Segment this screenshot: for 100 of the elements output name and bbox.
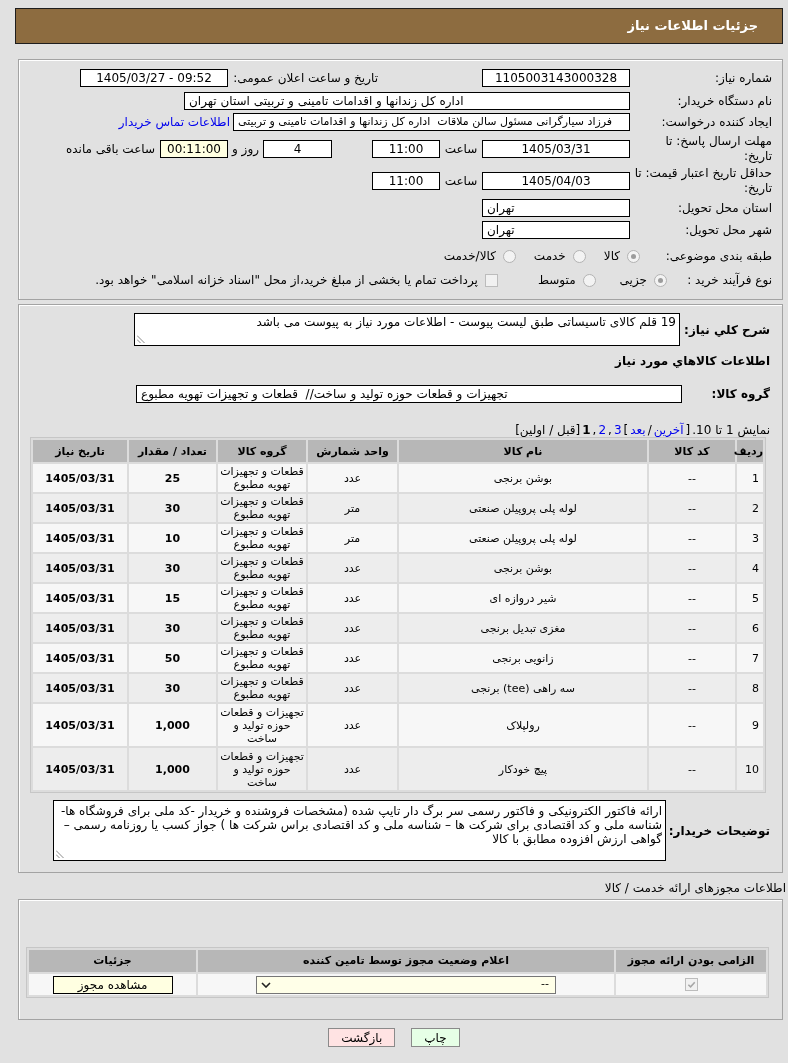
field-label: ایجاد کننده درخواست: xyxy=(661,115,772,129)
days-label: روز و xyxy=(232,141,259,158)
pagination-text: , xyxy=(592,422,597,439)
section-heading: اطلاعات مجوزهای ارائه خدمت / کالا xyxy=(604,880,786,897)
quantity-cell: 30 xyxy=(129,614,216,642)
row-number-cell: 4 xyxy=(737,554,763,582)
radio-label: کالا/خدمت xyxy=(443,248,496,265)
contact-link[interactable]: اطلاعات تماس خریدار xyxy=(118,113,230,131)
need-date-cell: 1405/03/31 xyxy=(33,554,127,582)
unit-cell: عدد xyxy=(308,464,397,492)
item-group-cell: تجهیزات و قطعات حوزه تولید و ساخت xyxy=(218,748,306,790)
need-date-cell: 1405/03/31 xyxy=(33,644,127,672)
unit-cell: عدد xyxy=(308,614,397,642)
field-label: نام دستگاه خریدار: xyxy=(677,93,772,108)
item-code-cell: -- xyxy=(649,614,735,642)
column-header: تعداد / مقدار xyxy=(129,440,216,462)
field-label: طبقه بندی موضوعی: xyxy=(665,249,772,263)
column-header: اعلام وضعیت مجوز توسط تامین کننده xyxy=(198,950,614,972)
row-number-cell: 1 xyxy=(737,464,763,492)
page-link[interactable]: بعد xyxy=(630,421,646,439)
quantity-cell: 30 xyxy=(129,554,216,582)
unit-cell: عدد xyxy=(308,584,397,612)
item-name-cell: زانویی برنجی xyxy=(399,644,647,672)
buyer-notes-field[interactable]: ارائه فاکتور الکترونیکی و فاکتور رسمی سر برگ دار تایپ شده (مشخصات فروشنده و خریدار -کد ملی برای فروشگاه ها- شناسه ملی و کد اقتصادی برای شرکت ها – شناسه ملی و کد اقتصادی براس شرکت ها ) جواز کسب یا روزنامه رسمی –گواهی ارزش افزوده مطابق با کالا xyxy=(53,800,666,861)
item-name-cell: رولپلاک xyxy=(399,704,647,746)
row-number-cell: 10 xyxy=(737,748,763,790)
row-number-cell: 9 xyxy=(737,704,763,746)
pagination-text: / xyxy=(647,422,652,439)
pagination-text: [ xyxy=(685,422,691,439)
current-page: 1 xyxy=(582,422,591,439)
buyer-org-field: اداره کل زندانها و اقدامات تامینی و تربیتی استان تهران xyxy=(184,91,630,110)
row-number-cell: 5 xyxy=(737,584,763,612)
days-field: 4 xyxy=(263,140,332,158)
reply-date-field: 1405/03/31 xyxy=(482,140,630,158)
item-name-cell: بوشن برنجی xyxy=(399,464,647,492)
checkbox-label: پرداخت تمام یا بخشی از مبلغ خرید،از محل "اسناد خزانه اسلامی" خواهد بود. xyxy=(95,272,478,289)
need-summary-field[interactable]: 19 قلم کالای تاسیساتی طبق لیست پیوست - اطلاعات مورد نیاز به پیوست می باشد xyxy=(134,313,680,346)
pagination-text: ] xyxy=(623,422,629,439)
item-group-cell: قطعات و تجهیزات تهویه مطبوع xyxy=(218,614,306,642)
validity-date-field: 1405/04/03 xyxy=(482,172,630,190)
need-date-cell: 1405/03/31 xyxy=(33,614,127,642)
field-label: حداقل تاریخ اعتبار قیمت: تا تاریخ: xyxy=(634,166,772,196)
item-group-cell: قطعات و تجهیزات تهویه مطبوع xyxy=(218,524,306,552)
resize-handle-icon[interactable] xyxy=(56,850,64,858)
resize-handle-icon[interactable] xyxy=(137,335,145,343)
item-code-cell: -- xyxy=(649,554,735,582)
time-label: ساعت xyxy=(444,173,478,190)
quantity-cell: 10 xyxy=(129,524,216,552)
radio-label: متوسط xyxy=(537,272,576,289)
need-date-cell: 1405/03/31 xyxy=(33,464,127,492)
radio-label: کالا xyxy=(603,248,620,265)
page-link[interactable]: آخرین xyxy=(653,421,684,439)
quantity-cell: 1,000 xyxy=(129,704,216,746)
row-number-cell: 8 xyxy=(737,674,763,702)
requester-field: فرزاد سیارگرانی مسئول سالن ملاقات اداره کل زندانها و اقدامات تامینی و تربیتی xyxy=(233,113,630,131)
remaining-label: ساعت باقی مانده xyxy=(65,141,155,158)
need-date-cell: 1405/03/31 xyxy=(33,674,127,702)
field-label: شهر محل تحویل: xyxy=(685,223,772,237)
reply-time-field: 11:00 xyxy=(372,140,440,158)
item-code-cell: -- xyxy=(649,464,735,492)
column-header: جزئیات xyxy=(29,950,196,972)
remaining-time-field: 00:11:00 xyxy=(160,140,228,158)
field-label: تاریخ و ساعت اعلان عمومی: xyxy=(233,71,378,85)
page-link[interactable]: 3 xyxy=(613,421,622,439)
radio-label: خدمت xyxy=(533,248,566,265)
column-header: الزامی بودن ارائه مجوز xyxy=(616,950,766,972)
column-header: نام کالا xyxy=(399,440,647,462)
column-header: واحد شمارش xyxy=(308,440,397,462)
back-button[interactable]: بازگشت xyxy=(328,1028,396,1047)
item-group-cell: قطعات و تجهیزات تهویه مطبوع xyxy=(218,554,306,582)
item-code-cell: -- xyxy=(649,524,735,552)
item-name-cell: شیر دروازه ای xyxy=(399,584,647,612)
item-code-cell: -- xyxy=(649,494,735,522)
pagination-text: نمایش 1 تا 10. xyxy=(692,422,770,439)
chevron-down-icon xyxy=(261,981,271,988)
item-name-cell: لوله پلی پروپیلن صنعتی xyxy=(399,494,647,522)
validity-time-field: 11:00 xyxy=(372,172,440,190)
field-label: استان محل تحویل: xyxy=(677,200,772,215)
need-date-cell: 1405/03/31 xyxy=(33,704,127,746)
goods-group-field: تجهیزات و قطعات حوزه تولید و ساخت// قطعات و تجهیزات تهویه مطبوع xyxy=(136,385,682,403)
unit-cell: عدد xyxy=(308,644,397,672)
section-heading: اطلاعات کالاهاي مورد نیاز xyxy=(615,353,770,370)
need-date-cell: 1405/03/31 xyxy=(33,584,127,612)
province-field: تهران xyxy=(482,198,630,217)
unit-cell: عدد xyxy=(308,554,397,582)
unit-cell: متر xyxy=(308,524,397,552)
quantity-cell: 30 xyxy=(129,674,216,702)
print-button[interactable]: چاپ xyxy=(411,1028,460,1047)
field-label: مهلت ارسال پاسخ: تا تاریخ: xyxy=(664,134,772,164)
column-header: گروه کالا xyxy=(218,440,306,462)
item-code-cell: -- xyxy=(649,674,735,702)
row-number-cell: 3 xyxy=(737,524,763,552)
item-group-cell: قطعات و تجهیزات تهویه مطبوع xyxy=(218,584,306,612)
time-label: ساعت xyxy=(444,141,478,158)
item-name-cell: مغزی تبدیل برنجی xyxy=(399,614,647,642)
need-number-field: 1105003143000328 xyxy=(482,69,630,87)
field-label: گروه کالا: xyxy=(711,387,770,401)
quantity-cell: 30 xyxy=(129,494,216,522)
page-link[interactable]: 2 xyxy=(598,421,607,439)
field-label: شرح کلي نیاز: xyxy=(684,322,770,337)
